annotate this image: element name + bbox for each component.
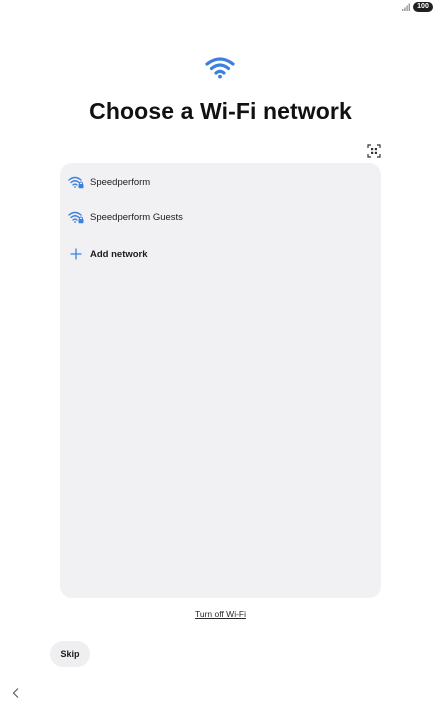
wifi-icon — [205, 57, 235, 79]
network-name: Speedperform — [90, 176, 151, 188]
add-network-label: Add network — [90, 248, 148, 260]
signal-icon — [402, 3, 410, 11]
turn-off-wifi-link[interactable]: Turn off Wi-Fi — [0, 609, 441, 619]
skip-button[interactable]: Skip — [50, 641, 90, 667]
network-item-speedperform[interactable]: Speedperform — [60, 167, 381, 197]
back-chevron-icon[interactable] — [11, 687, 21, 699]
wifi-lock-icon — [68, 175, 84, 189]
status-bar: 100 — [402, 2, 433, 12]
page-title: Choose a Wi-Fi network — [89, 98, 352, 124]
setup-wifi-screen: 100 Choose a Wi-Fi network Speedperform … — [0, 0, 441, 706]
add-network-button[interactable]: Add network — [60, 239, 381, 269]
qr-scan-icon[interactable] — [367, 144, 381, 158]
battery-indicator: 100 — [413, 2, 433, 12]
wifi-lock-icon — [68, 210, 84, 224]
plus-icon — [68, 247, 84, 261]
network-item-speedperform-guests[interactable]: Speedperform Guests — [60, 202, 381, 232]
network-list: Speedperform Speedperform Guests Add net… — [60, 163, 381, 598]
network-name: Speedperform Guests — [90, 211, 183, 223]
